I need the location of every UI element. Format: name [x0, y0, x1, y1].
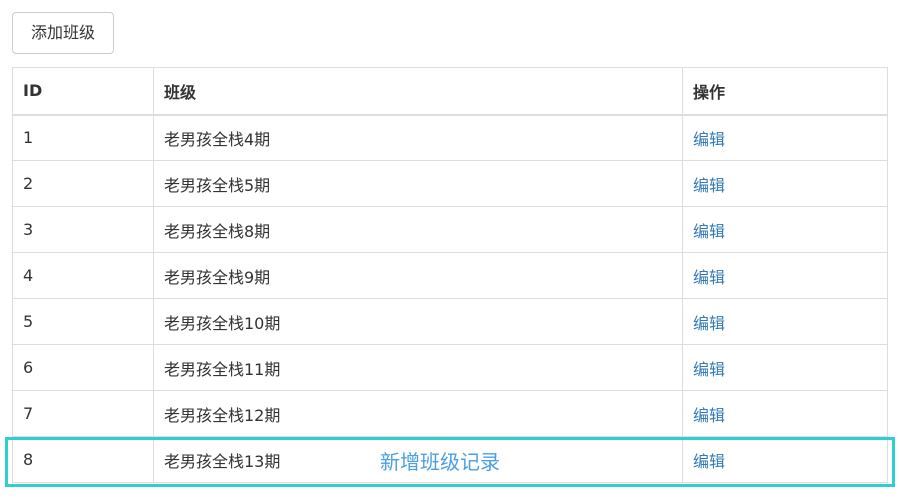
- cell-id: 5: [12, 298, 154, 345]
- edit-link[interactable]: 编辑: [693, 222, 725, 241]
- cell-class-name: 老男孩全栈4期: [153, 114, 683, 161]
- cell-id: 1: [12, 114, 154, 161]
- table-row: 3 老男孩全栈8期 编辑: [12, 206, 888, 253]
- table-header-row: ID 班级 操作: [12, 67, 888, 116]
- add-class-button[interactable]: 添加班级: [12, 12, 114, 54]
- table-row: 6 老男孩全栈11期 编辑: [12, 344, 888, 391]
- cell-id: 8: [12, 436, 154, 483]
- cell-operation: 编辑: [682, 114, 888, 161]
- cell-id: 7: [12, 390, 154, 437]
- cell-operation: 编辑: [682, 160, 888, 207]
- cell-class-name: 老男孩全栈10期: [153, 298, 683, 345]
- cell-operation: 编辑: [682, 206, 888, 253]
- column-header-operation: 操作: [682, 67, 888, 116]
- edit-link[interactable]: 编辑: [693, 176, 725, 195]
- cell-id: 3: [12, 206, 154, 253]
- cell-operation: 编辑: [682, 436, 888, 483]
- cell-class-name: 老男孩全栈9期: [153, 252, 683, 299]
- edit-link[interactable]: 编辑: [693, 406, 725, 425]
- table-row: 4 老男孩全栈9期 编辑: [12, 252, 888, 299]
- column-header-id: ID: [12, 67, 154, 116]
- cell-class-name: 老男孩全栈12期: [153, 390, 683, 437]
- cell-id: 6: [12, 344, 154, 391]
- edit-link[interactable]: 编辑: [693, 360, 725, 379]
- column-header-class: 班级: [153, 67, 683, 116]
- cell-operation: 编辑: [682, 298, 888, 345]
- cell-class-name: 老男孩全栈11期: [153, 344, 683, 391]
- cell-id: 2: [12, 160, 154, 207]
- cell-operation: 编辑: [682, 344, 888, 391]
- table-row: 7 老男孩全栈12期 编辑: [12, 390, 888, 437]
- cell-operation: 编辑: [682, 252, 888, 299]
- edit-link[interactable]: 编辑: [693, 130, 725, 149]
- class-table: ID 班级 操作 1 老男孩全栈4期 编辑 2 老男孩全栈5期 编辑 3 老男孩…: [12, 67, 888, 483]
- table-row: 1 老男孩全栈4期 编辑: [12, 114, 888, 161]
- edit-link[interactable]: 编辑: [693, 314, 725, 333]
- cell-operation: 编辑: [682, 390, 888, 437]
- cell-class-name: 老男孩全栈8期: [153, 206, 683, 253]
- edit-link[interactable]: 编辑: [693, 452, 725, 471]
- cell-id: 4: [12, 252, 154, 299]
- cell-class-name: 老男孩全栈5期: [153, 160, 683, 207]
- edit-link[interactable]: 编辑: [693, 268, 725, 287]
- new-record-annotation: 新增班级记录: [380, 450, 500, 474]
- table-row: 2 老男孩全栈5期 编辑: [12, 160, 888, 207]
- table-row: 5 老男孩全栈10期 编辑: [12, 298, 888, 345]
